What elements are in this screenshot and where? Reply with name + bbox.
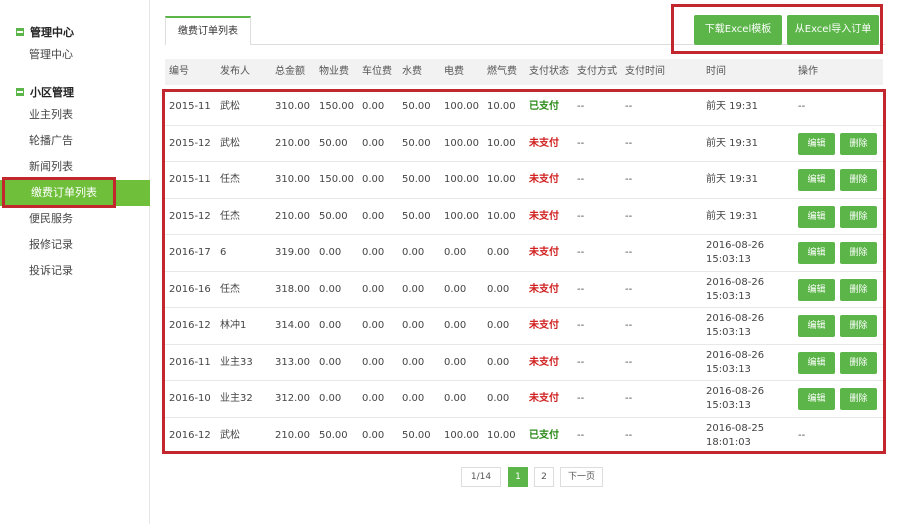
header-col-status: 支付状态 [529,66,569,77]
header-col-publisher: 发布人 [220,66,250,77]
header-col-parking: 车位费 [362,66,392,77]
page-button-2[interactable]: 2 [534,467,554,487]
header-col-electric: 电费 [444,66,464,77]
sidebar-item-repairs[interactable]: 报修记录 [0,232,150,258]
sidebar-group-label: 管理中心 [30,26,74,39]
header-col-property: 物业费 [319,66,349,77]
sidebar-item-management-center[interactable]: 管理中心 [0,42,150,68]
header-col-id: 编号 [169,66,189,77]
header-col-water: 水费 [402,66,422,77]
collapse-icon [16,88,24,96]
sidebar-item-services[interactable]: 便民服务 [0,206,150,232]
sidebar-item-complaints[interactable]: 投诉记录 [0,258,150,284]
header-col-action: 操作 [798,66,818,77]
header-col-paytime: 支付时间 [625,66,665,77]
sidebar-item-owners[interactable]: 业主列表 [0,102,150,128]
header-col-total: 总金额 [275,66,305,77]
table-header: 编号 发布人 总金额 物业费 车位费 水费 电费 燃气费 支付状态 支付方式 支付时间 时间 操作 [165,59,883,85]
tab-payment-orders[interactable]: 缴费订单列表 [165,16,251,45]
collapse-icon [16,28,24,36]
highlight-frame-sidebar [2,177,116,208]
download-template-button[interactable]: 下载Excel模板 [694,15,782,45]
page-button-1[interactable]: 1 [508,467,528,487]
sidebar-group-community[interactable]: 小区管理 [16,84,74,100]
import-orders-button[interactable]: 从Excel导入订单 [787,15,879,45]
header-col-method: 支付方式 [577,66,617,77]
sidebar-group-management[interactable]: 管理中心 [16,24,74,40]
sidebar-group-label: 小区管理 [30,86,74,99]
header-col-time: 时间 [706,66,726,77]
highlight-frame-table [162,89,886,454]
sidebar: 管理中心 管理中心 小区管理 业主列表 轮播广告 新闻列表 缴费订单列表 便民服… [0,0,150,524]
next-page-button[interactable]: 下一页 [560,467,603,487]
header-col-gas: 燃气费 [487,66,517,77]
pagination-info: 1/14 [461,467,501,487]
sidebar-item-banner-ads[interactable]: 轮播广告 [0,128,150,154]
